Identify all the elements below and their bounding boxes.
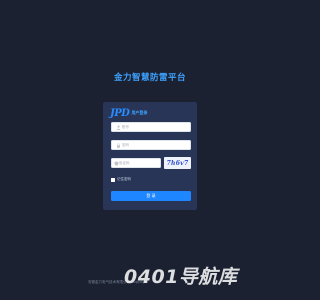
- username-field[interactable]: [111, 122, 191, 132]
- watermark-logo: 0401导航库: [124, 266, 238, 288]
- login-button[interactable]: 登 录: [111, 191, 191, 201]
- remember-label: 记住密码: [117, 177, 131, 181]
- username-input[interactable]: [122, 123, 182, 131]
- login-subtitle: 用户登录: [131, 110, 148, 115]
- remember-password[interactable]: 记住密码: [111, 177, 131, 182]
- card-header: JPD 用户登录: [110, 107, 147, 119]
- captcha-image[interactable]: 7h6v7: [164, 157, 191, 169]
- password-field[interactable]: [111, 140, 191, 150]
- page-title: 金力智慧防雷平台: [113, 73, 186, 83]
- captcha-input[interactable]: [119, 159, 167, 167]
- user-icon: [114, 123, 122, 131]
- password-input[interactable]: [122, 141, 182, 149]
- remember-checkbox[interactable]: [111, 177, 115, 182]
- captcha-field[interactable]: [111, 158, 167, 168]
- jpd-logo: JPD: [110, 107, 130, 119]
- login-card: JPD 用户登录 7h6v7 记住密码 登 录: [103, 102, 197, 210]
- lock-icon: [114, 141, 122, 149]
